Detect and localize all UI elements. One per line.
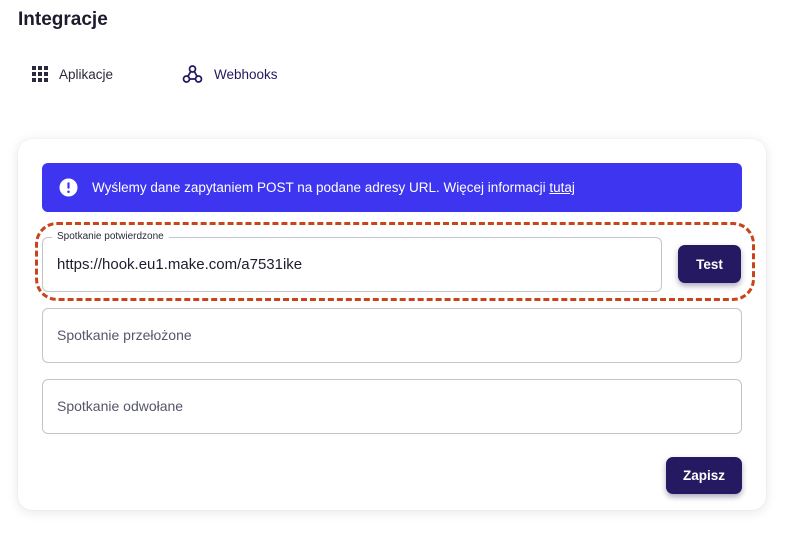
banner-text-wrap: Wyślemy dane zapytaniem POST na podane a… [92, 180, 575, 195]
banner-text: Wyślemy dane zapytaniem POST na podane a… [92, 180, 550, 195]
grid-icon [32, 66, 48, 82]
nav-item-webhooks-label: Webhooks [214, 66, 278, 82]
save-button[interactable]: Zapisz [666, 457, 742, 494]
integrations-nav: Aplikacje Webhooks [32, 64, 278, 84]
confirmed-field: Spotkanie potwierdzone [42, 231, 662, 292]
webhook-icon [182, 64, 203, 84]
page-title: Integracje [18, 9, 108, 30]
test-button[interactable]: Test [678, 245, 741, 283]
rescheduled-url-input[interactable] [43, 309, 741, 362]
nav-item-webhooks[interactable]: Webhooks [182, 64, 278, 84]
webhooks-card: Wyślemy dane zapytaniem POST na podane a… [18, 139, 766, 510]
nav-item-apps[interactable]: Aplikacje [32, 66, 182, 82]
cancelled-url-input[interactable] [43, 380, 741, 433]
webhooks-page: Integracje Aplikacje Webhooks Wyślemy da… [0, 0, 802, 558]
banner-link[interactable]: tutaj [549, 180, 575, 195]
cancelled-field [42, 379, 742, 434]
confirmed-url-input[interactable] [43, 238, 661, 291]
info-banner: Wyślemy dane zapytaniem POST na podane a… [42, 163, 742, 212]
nav-item-apps-label: Aplikacje [59, 66, 114, 82]
rescheduled-field [42, 308, 742, 363]
info-icon [59, 178, 78, 197]
